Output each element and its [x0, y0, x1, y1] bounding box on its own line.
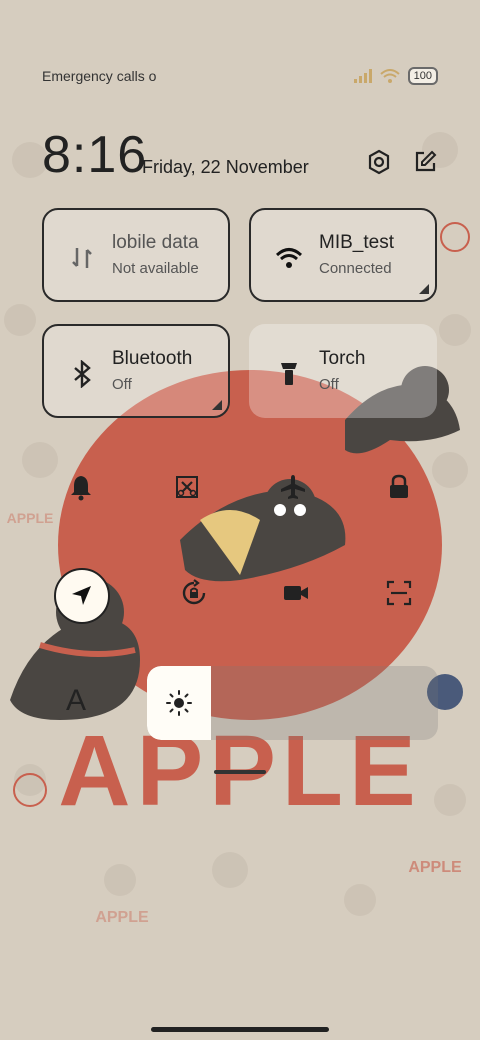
tile-mobile-data-subtitle: Not available: [112, 260, 199, 277]
tile-torch-subtitle: Off: [319, 376, 339, 393]
brightness-fill: [147, 666, 211, 740]
tile-torch[interactable]: Torch Off: [249, 324, 437, 418]
header: 8:16 Friday, 22 November: [42, 125, 438, 185]
video-camera-icon: [284, 586, 309, 600]
tile-wifi-more-indicator[interactable]: [419, 284, 429, 294]
location-arrow-icon: [72, 586, 91, 605]
airplane-icon: [281, 475, 305, 499]
sun-icon: [166, 690, 192, 716]
tile-torch-title: Torch: [319, 348, 366, 369]
brightness-slider[interactable]: [147, 666, 438, 740]
tile-bluetooth[interactable]: Bluetooth Off: [42, 324, 230, 418]
wifi-status-icon: [379, 69, 400, 83]
tile-bluetooth-subtitle: Off: [112, 376, 132, 393]
rotation-lock-toggle[interactable]: [175, 574, 213, 612]
home-gesture-bar[interactable]: [151, 1027, 329, 1032]
controls-row-1: [62, 468, 418, 506]
tile-mobile-data[interactable]: lobile data Not available: [42, 208, 230, 302]
scan-icon: [386, 580, 412, 606]
screenshot-toggle[interactable]: [168, 468, 206, 506]
panel-drag-handle[interactable]: [214, 770, 266, 774]
status-bar: Emergency calls o 100: [42, 64, 438, 88]
clock-date: Friday, 22 November: [142, 157, 309, 177]
edit-icon[interactable]: [412, 149, 438, 175]
wallpaper-small-text-2: APPLE: [95, 909, 149, 926]
torch-icon: [281, 363, 297, 385]
wifi-icon: [275, 248, 303, 268]
status-left-text: Emergency calls o: [42, 68, 157, 84]
settings-icon[interactable]: [366, 149, 392, 175]
clock-time: 8:16: [42, 126, 148, 184]
wallpaper-small-text-3: APPLE: [7, 510, 54, 526]
font-size-button[interactable]: A: [66, 684, 86, 718]
screenshot-icon: [176, 476, 198, 498]
wallpaper-small-text-1: APPLE: [408, 859, 462, 876]
bell-icon: [71, 476, 91, 501]
bluetooth-icon: [74, 360, 91, 388]
ringer-toggle[interactable]: [62, 468, 100, 506]
tile-bluetooth-more-indicator[interactable]: [212, 400, 222, 410]
screen-recorder-toggle[interactable]: [277, 574, 315, 612]
controls-row-2: [54, 568, 418, 624]
rotation-lock-icon: [182, 579, 205, 605]
airplane-mode-toggle[interactable]: [274, 468, 312, 506]
battery-indicator: 100: [407, 67, 438, 85]
status-icons: 100: [353, 67, 438, 85]
tile-bluetooth-title: Bluetooth: [112, 348, 193, 369]
location-toggle[interactable]: [54, 568, 110, 624]
tile-wifi-title: MIB_test: [319, 232, 394, 253]
mobile-data-icon: [72, 248, 92, 268]
lock-screen-toggle[interactable]: [380, 468, 418, 506]
lock-icon: [390, 474, 408, 498]
scanner-toggle[interactable]: [380, 574, 418, 612]
tile-mobile-data-title: lobile data: [112, 232, 199, 253]
signal-icon: [353, 69, 372, 83]
tile-wifi[interactable]: MIB_test Connected: [249, 208, 437, 302]
tile-wifi-subtitle: Connected: [319, 260, 392, 277]
